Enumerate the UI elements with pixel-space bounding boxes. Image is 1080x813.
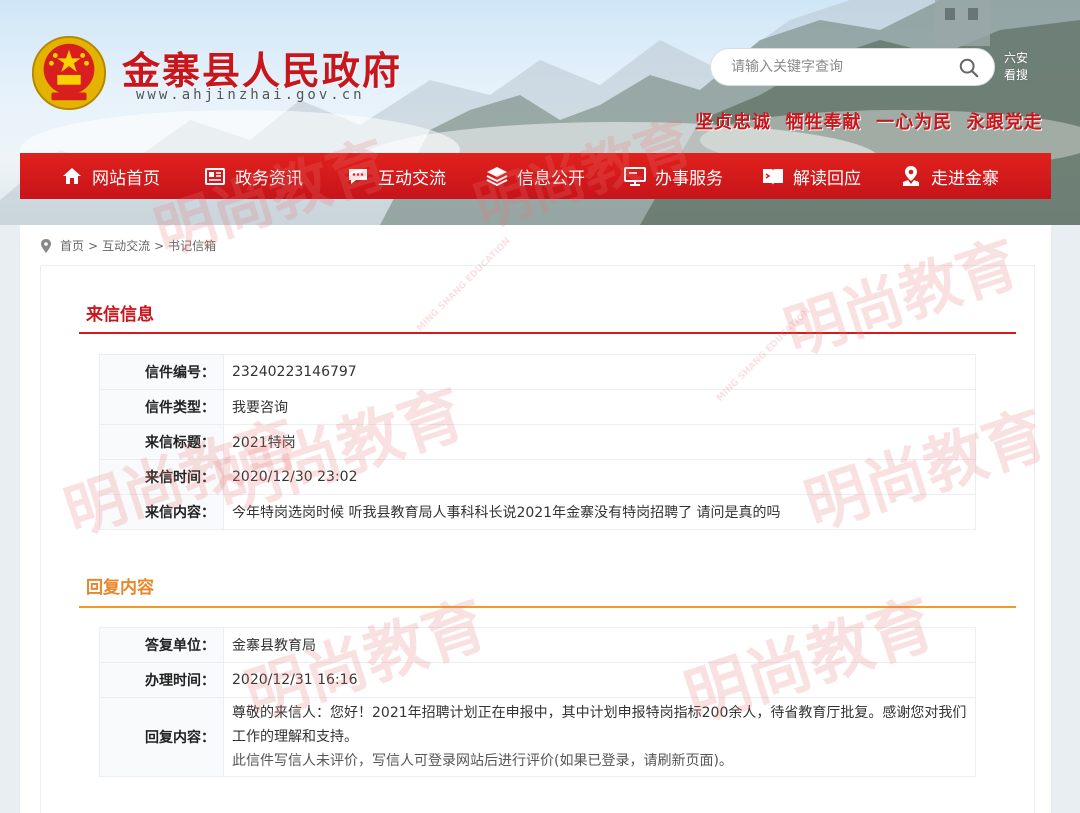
letter-info-table: 信件编号： 23240223146797 信件类型： 我要咨询 来信标题： 20… [99, 354, 976, 530]
reply-time-label: 办理时间： [99, 662, 224, 698]
letter-content-label: 来信内容： [99, 494, 224, 530]
reply-time-value: 2020/12/31 16:16 [223, 662, 976, 698]
nav-item-label: 解读回应 [793, 168, 861, 189]
nav-item-interaction[interactable]: 互动交流 [346, 153, 446, 199]
breadcrumb-current: 书记信箱 [168, 239, 217, 253]
nav-item-label: 信息公开 [517, 168, 585, 189]
location-icon [41, 238, 51, 253]
nav-item-label: 政务资讯 [235, 168, 303, 189]
nav-item-label: 互动交流 [378, 168, 446, 189]
letter-time-value: 2020/12/30 23:02 [223, 459, 976, 495]
slogan: 坚贞忠诚 牺牲奉献 一心为民 永跟党走 [695, 112, 1043, 133]
side-link-kansou[interactable]: 看搜 [1004, 67, 1028, 84]
table-row: 信件类型： 我要咨询 [99, 389, 976, 425]
reply-section-divider [79, 606, 1016, 608]
reply-evaluation-note: 此信件写信人未评价，写信人可登录网站后进行评价(如果已登录，请刷新页面)。 [232, 753, 733, 769]
nav-item-label: 办事服务 [655, 168, 723, 189]
nav-item-info-public[interactable]: 信息公开 [485, 153, 585, 199]
nav-item-home[interactable]: 网站首页 [60, 153, 160, 199]
table-row: 来信内容： 今年特岗选岗时候 听我县教育局人事科科长说2021年金寨没有特岗招聘… [99, 494, 976, 530]
table-row: 答复单位： 金寨县教育局 [99, 627, 976, 663]
letter-time-label: 来信时间： [99, 459, 224, 495]
letter-panel: 来信信息 信件编号： 23240223146797 信件类型： 我要咨询 来信标… [40, 265, 1035, 813]
reply-unit-label: 答复单位： [99, 627, 224, 663]
home-icon [63, 168, 81, 184]
table-row: 来信标题： 2021特岗 [99, 424, 976, 460]
nav-item-news[interactable]: 政务资讯 [203, 153, 303, 199]
national-emblem-icon [31, 35, 107, 111]
reply-unit-value: 金寨县教育局 [223, 627, 976, 663]
table-row: 回复内容： 尊敬的来信人：您好！2021年招聘计划正在申报中，其中计划申报特岗指… [99, 697, 976, 777]
search-box [710, 48, 995, 86]
newspaper-icon [205, 168, 225, 185]
main-content: 首页 > 互动交流 > 书记信箱 来信信息 信件编号： 232402231467… [20, 225, 1051, 813]
layers-icon [486, 167, 508, 187]
reply-content-label: 回复内容： [99, 697, 224, 777]
letter-title-label: 来信标题： [99, 424, 224, 460]
letter-type-label: 信件类型： [99, 389, 224, 425]
letter-title-value: 2021特岗 [223, 424, 976, 460]
table-row: 办理时间： 2020/12/31 16:16 [99, 662, 976, 698]
reply-info-table: 答复单位： 金寨县教育局 办理时间： 2020/12/31 16:16 回复内容… [99, 627, 976, 777]
reply-content-cell: 尊敬的来信人：您好！2021年招聘计划正在申报中，其中计划申报特岗指标200余人… [223, 697, 976, 777]
logo[interactable] [30, 34, 108, 112]
map-pin-icon [903, 166, 919, 186]
site-url: www.ahjinzhai.gov.cn [136, 87, 365, 103]
breadcrumb-home[interactable]: 首页 [60, 237, 84, 254]
letter-id-value: 23240223146797 [223, 354, 976, 390]
breadcrumb-interaction[interactable]: 互动交流 [102, 237, 150, 254]
breadcrumb-separator: > [88, 238, 99, 253]
letter-section-divider [79, 332, 1016, 334]
breadcrumb: 首页 > 互动交流 > 书记信箱 [40, 237, 216, 254]
search-input[interactable] [731, 59, 951, 75]
letter-section-title: 来信信息 [86, 305, 154, 325]
reply-section-title: 回复内容 [86, 578, 154, 598]
chat-icon [349, 169, 367, 184]
side-links: 六安 看搜 [1004, 50, 1028, 84]
letter-id-label: 信件编号： [99, 354, 224, 390]
letter-content-value: 今年特岗选岗时候 听我县教育局人事科科长说2021年金寨没有特岗招聘了 请问是真… [223, 494, 976, 530]
monitor-icon [624, 167, 646, 186]
book-icon [763, 169, 783, 185]
search-icon[interactable] [958, 57, 980, 79]
nav-item-services[interactable]: 办事服务 [623, 153, 723, 199]
side-link-luan[interactable]: 六安 [1004, 50, 1028, 67]
nav-item-interpretation[interactable]: 解读回应 [761, 153, 861, 199]
main-nav: 网站首页 政务资讯 互动交流 信息公开 办事服务 解读回应 走进金寨 [20, 153, 1051, 199]
table-row: 信件编号： 23240223146797 [99, 354, 976, 390]
nav-item-label: 走进金寨 [931, 168, 999, 189]
letter-type-value: 我要咨询 [223, 389, 976, 425]
reply-content-value: 尊敬的来信人：您好！2021年招聘计划正在申报中，其中计划申报特岗指标200余人… [232, 705, 967, 745]
table-row: 来信时间： 2020/12/30 23:02 [99, 459, 976, 495]
breadcrumb-separator: > [154, 238, 165, 253]
nav-item-label: 网站首页 [92, 168, 160, 189]
nav-item-about-jinzhai[interactable]: 走进金寨 [899, 153, 999, 199]
